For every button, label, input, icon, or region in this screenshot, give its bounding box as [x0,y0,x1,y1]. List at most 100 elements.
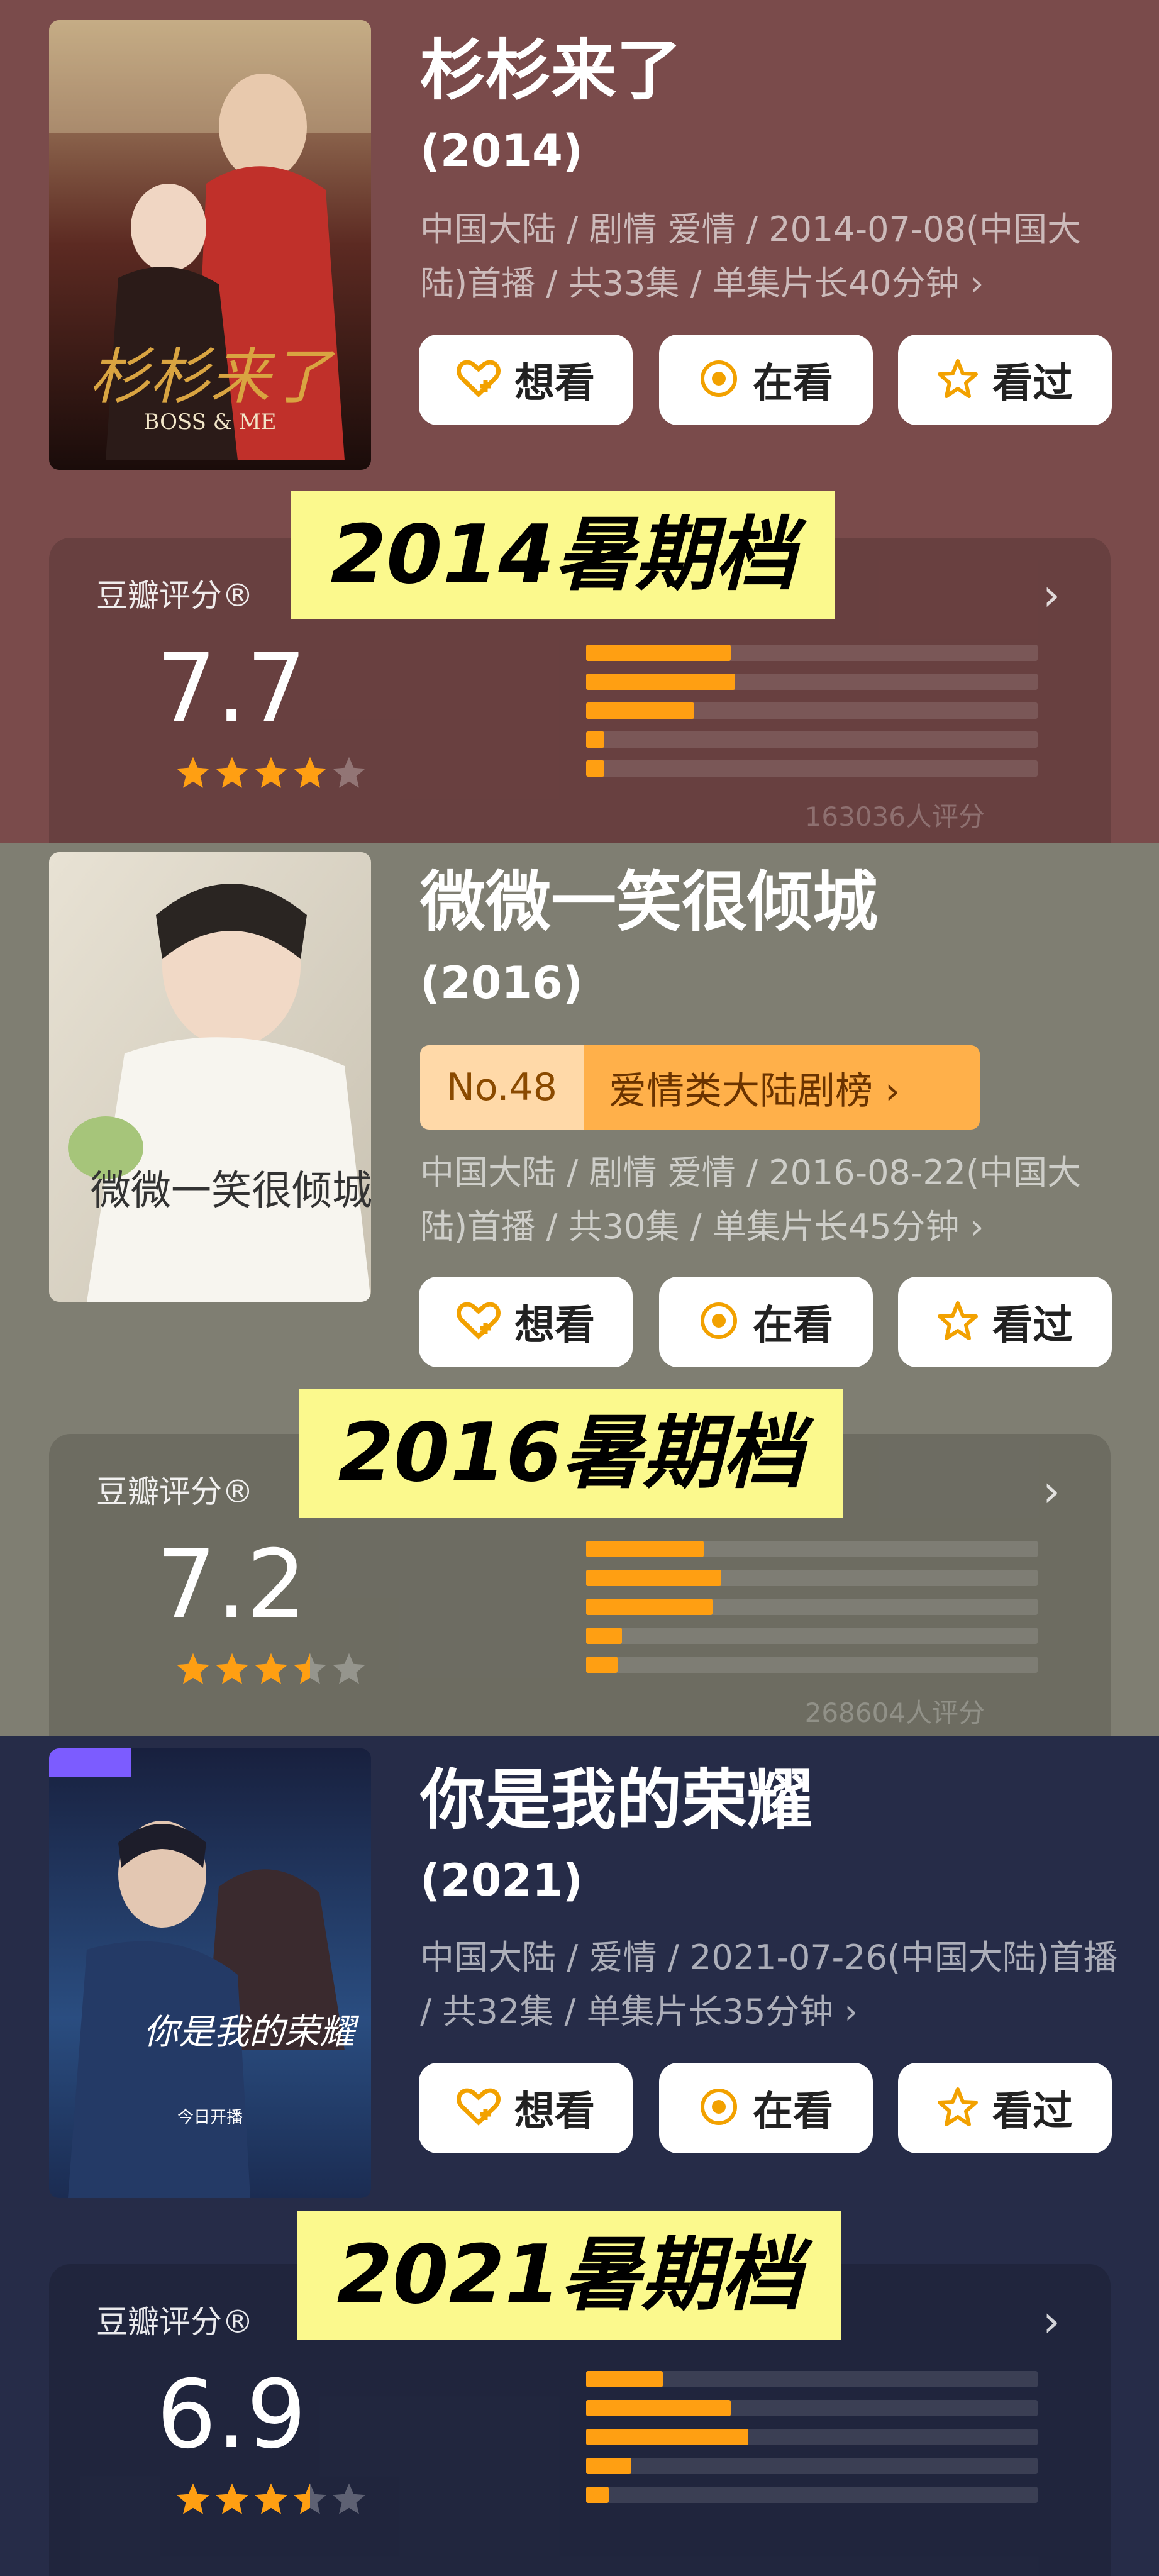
poster-subtitle-art: BOSS & ME [144,409,277,435]
show-title: 你是我的荣耀 [420,1762,813,1838]
distribution-track [586,2371,1038,2387]
watching-button[interactable]: 在看 [659,1277,873,1367]
distribution-track [586,2429,1038,2445]
poster-caption-art: 今日开播 [177,2108,243,2127]
watched-button[interactable]: 看过 [898,2063,1112,2153]
distribution-bar [586,645,731,661]
watching-button-label: 在看 [753,1302,833,1349]
rating-score: 7.2 [156,1530,307,1640]
heart-plus-icon [457,1301,501,1343]
star-outline-icon [937,2087,979,2129]
distribution-bar [586,2400,731,2416]
heart-plus-icon [457,2087,501,2129]
distribution-track [586,2487,1038,2503]
rating-count: 163036人评分 [804,801,985,832]
show-meta[interactable]: 中国大陆 / 剧情 爱情 / 2014-07-08(中国大陆)首播 / 共33集… [420,203,1118,311]
distribution-bar [586,674,735,690]
distribution-bar [586,1570,722,1586]
rating-label: 豆瓣评分® [96,1474,253,1510]
rating-score: 6.9 [156,2360,307,2470]
chevron-right-icon[interactable]: › [1043,2296,1060,2347]
watching-button[interactable]: 在看 [659,335,873,425]
rating-star-icon [214,1651,250,1690]
distribution-bar [586,760,604,777]
show-section-3: 你是我的荣耀 今日开播 你是我的荣耀 (2021) 中国大陆 / 爱情 / 20… [0,1736,1159,2576]
poster-image[interactable]: 杉杉来了 BOSS & ME [49,20,371,470]
show-meta[interactable]: 中国大陆 / 剧情 爱情 / 2016-08-22(中国大陆)首播 / 共30集… [420,1146,1118,1254]
chevron-right-icon[interactable]: › [1043,569,1060,621]
rating-star-icon [253,2481,289,2520]
want-button-label: 想看 [514,2089,595,2135]
rating-star-icon [292,755,328,794]
poster-image[interactable]: 你是我的荣耀 今日开播 [49,1748,371,2198]
distribution-bar [586,1599,713,1615]
distribution-bar [586,731,604,748]
rating-label: 豆瓣评分® [96,2304,253,2340]
watching-button[interactable]: 在看 [659,2063,873,2153]
watched-button[interactable]: 看过 [898,335,1112,425]
distribution-track [586,674,1038,690]
star-outline-icon [937,358,979,401]
rating-star-icon [214,2481,250,2520]
watched-button[interactable]: 看过 [898,1277,1112,1367]
distribution-bar [586,2371,663,2387]
distribution-track [586,760,1038,777]
want-button[interactable]: 想看 [419,1277,633,1367]
rating-star-icon [292,1651,328,1690]
want-button[interactable]: 想看 [419,2063,633,2153]
want-button-label: 想看 [514,1302,595,1349]
poster-image[interactable]: 微微一笑很倾城 [49,852,371,1302]
rating-star-icon [214,755,250,794]
season-banner: 2021暑期档 [297,2211,841,2340]
distribution-track [586,645,1038,661]
rating-star-icon [292,2481,328,2520]
watched-button-label: 看过 [992,2089,1073,2135]
ranking-number: No.48 [420,1045,584,1130]
watched-button-label: 看过 [992,360,1073,407]
show-section-1: 杉杉来了 BOSS & ME 杉杉来了 (2014) 中国大陆 / 剧情 爱情 … [0,0,1159,843]
show-year: (2014) [420,125,583,177]
distribution-track [586,2458,1038,2474]
want-button[interactable]: 想看 [419,335,633,425]
distribution-track [586,731,1038,748]
target-icon [699,2087,739,2129]
show-meta[interactable]: 中国大陆 / 爱情 / 2021-07-26(中国大陆)首播 / 共32集 / … [420,1931,1118,2039]
rating-star-icon [331,1651,367,1690]
ranking-badge[interactable]: No.48 爱情类大陆剧榜 › [420,1045,980,1130]
rating-star-icon [175,755,211,794]
distribution-bar [586,1628,623,1644]
rating-count: 268604人评分 [804,1697,985,1728]
distribution-track [586,2400,1038,2416]
rating-stars [175,1651,367,1690]
poster-title-art: 你是我的荣耀 [143,2012,360,2053]
poster-title-art: 微微一笑很倾城 [91,1168,371,1214]
show-section-2: 微微一笑很倾城 微微一笑很倾城 (2016) No.48 爱情类大陆剧榜 › 中… [0,843,1159,1736]
watching-button-label: 在看 [753,2089,833,2135]
distribution-track [586,1599,1038,1615]
distribution-track [586,1570,1038,1586]
star-outline-icon [937,1301,979,1343]
show-year: (2016) [420,957,583,1009]
watching-button-label: 在看 [753,360,833,407]
watched-button-label: 看过 [992,1302,1073,1349]
distribution-track [586,702,1038,719]
poster-title-art: 杉杉来了 [89,341,336,412]
distribution-bar [586,702,695,719]
distribution-bar [586,1541,704,1557]
rating-label: 豆瓣评分® [96,577,253,614]
rating-star-icon [175,2481,211,2520]
distribution-bar [586,2458,631,2474]
chevron-right-icon[interactable]: › [1043,1465,1060,1517]
show-title: 微微一笑很倾城 [420,863,879,940]
rating-star-icon [175,1651,211,1690]
season-banner: 2016暑期档 [299,1389,843,1518]
distribution-track [586,1657,1038,1673]
rating-stars [175,755,367,794]
rating-star-icon [253,755,289,794]
rating-star-icon [331,755,367,794]
target-icon [699,358,739,401]
show-year: (2021) [420,1855,583,1906]
show-title: 杉杉来了 [420,32,682,109]
rating-star-icon [253,1651,289,1690]
distribution-bar [586,2487,609,2503]
